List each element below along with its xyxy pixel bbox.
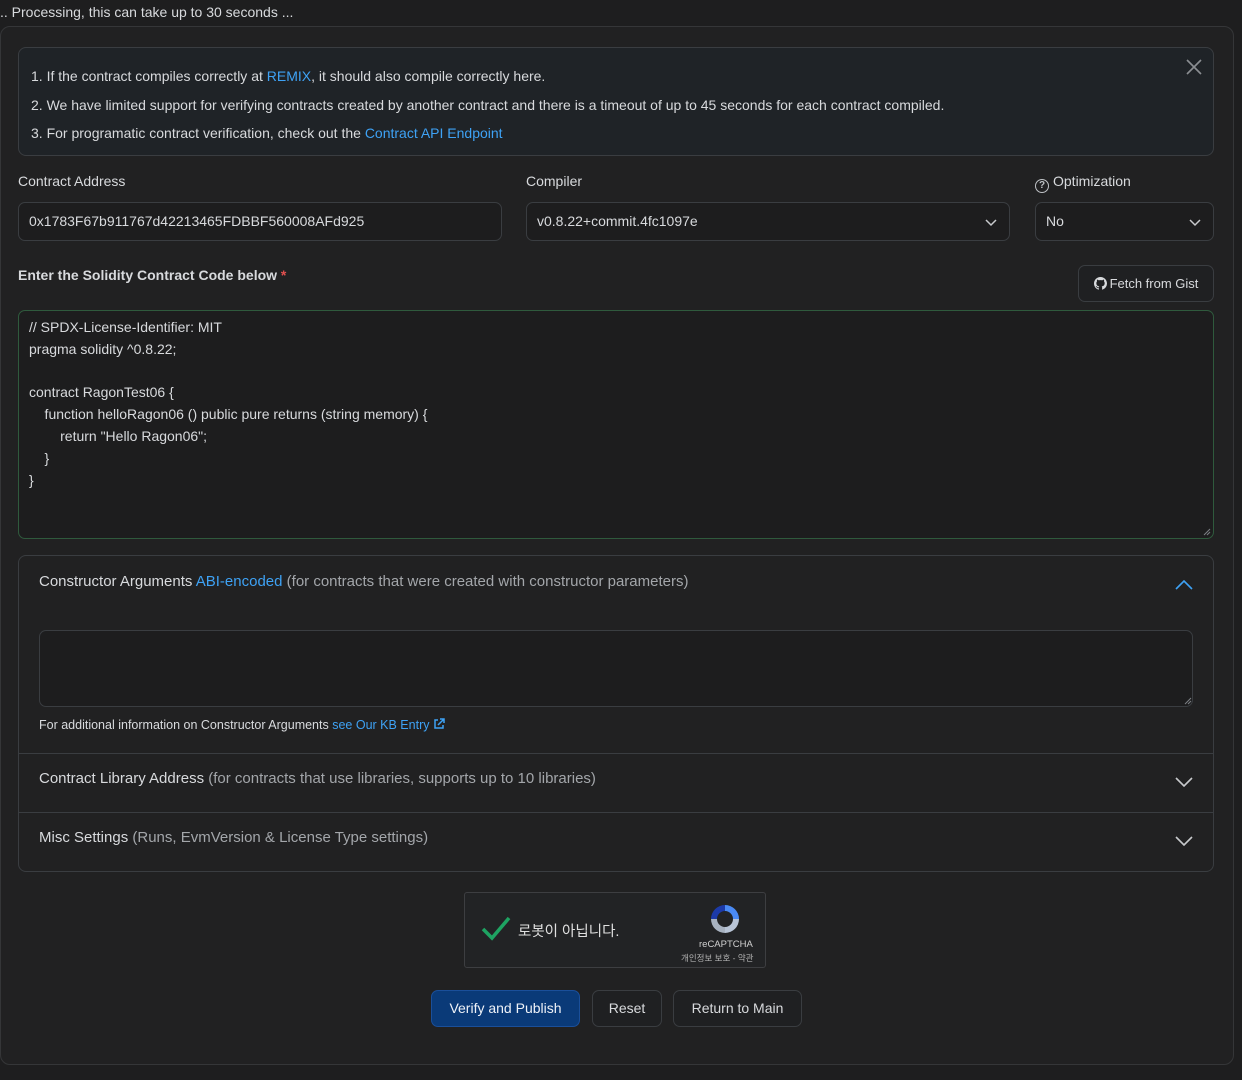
library-header[interactable]: Contract Library Address (for contracts …	[39, 770, 596, 787]
checkmark-icon[interactable]	[481, 915, 511, 941]
optimization-label: ? Optimization	[1035, 173, 1131, 193]
captcha-brand: reCAPTCHA	[699, 939, 753, 950]
compiler-select[interactable]: v0.8.22+commit.4fc1097e	[526, 202, 1010, 241]
github-icon	[1093, 277, 1107, 290]
code-label: Enter the Solidity Contract Code below *	[18, 267, 287, 283]
verify-publish-button[interactable]: Verify and Publish	[431, 990, 580, 1027]
alert-line-2: 2. We have limited support for verifying…	[31, 96, 945, 113]
compiler-value: v0.8.22+commit.4fc1097e	[537, 213, 698, 229]
ctor-note: For additional information on Constructo…	[39, 718, 445, 732]
advanced-accordion: Constructor Arguments ABI-encoded (for c…	[18, 555, 1214, 872]
external-link-icon	[434, 718, 445, 729]
resize-grip-icon[interactable]	[1183, 696, 1192, 705]
optimization-value: No	[1046, 213, 1064, 229]
alert-line-1: 1. If the contract compiles correctly at…	[31, 68, 546, 84]
recaptcha-logo-icon	[711, 905, 739, 933]
processing-status: .. Processing, this can take up to 30 se…	[0, 4, 294, 20]
abi-encoded-link[interactable]: ABI-encoded	[196, 573, 283, 590]
fetch-gist-button[interactable]: Fetch from Gist	[1078, 265, 1214, 302]
chevron-down-icon[interactable]	[1175, 836, 1193, 846]
captcha-links[interactable]: 개인정보 보호 - 약관	[681, 952, 753, 964]
remix-link[interactable]: REMIX	[267, 68, 311, 84]
reset-button[interactable]: Reset	[592, 990, 662, 1027]
alert-line-3: 3. For programatic contract verification…	[31, 125, 503, 141]
return-main-button[interactable]: Return to Main	[673, 990, 802, 1027]
divider	[19, 812, 1213, 813]
compiler-label: Compiler	[526, 173, 583, 189]
info-alert: 1. If the contract compiles correctly at…	[18, 47, 1214, 156]
chevron-up-icon[interactable]	[1175, 580, 1193, 590]
close-icon[interactable]	[1183, 58, 1205, 80]
ctor-header[interactable]: Constructor Arguments ABI-encoded (for c…	[39, 573, 688, 590]
chevron-down-icon[interactable]	[1175, 777, 1193, 787]
required-mark: *	[280, 267, 287, 283]
kb-entry-link[interactable]: see Our KB Entry	[332, 718, 445, 732]
captcha-label: 로봇이 아닙니다.	[518, 924, 620, 940]
resize-grip-icon[interactable]	[1202, 527, 1211, 536]
misc-header[interactable]: Misc Settings (Runs, EvmVersion & Licens…	[39, 829, 428, 846]
contract-address-label: Contract Address	[18, 173, 126, 189]
chevron-down-icon	[1189, 219, 1201, 227]
chevron-down-icon	[985, 219, 997, 227]
contract-api-link[interactable]: Contract API Endpoint	[365, 125, 503, 141]
ctor-args-input[interactable]	[39, 630, 1193, 707]
divider	[19, 753, 1213, 754]
optimization-select[interactable]: No	[1035, 202, 1214, 241]
code-editor[interactable]: // SPDX-License-Identifier: MIT pragma s…	[18, 310, 1214, 539]
question-circle-icon[interactable]: ?	[1035, 179, 1049, 193]
contract-address-input[interactable]: 0x1783F67b911767d42213465FDBBF560008AFd9…	[18, 202, 502, 241]
verify-form-card: 1. If the contract compiles correctly at…	[0, 26, 1234, 1065]
recaptcha-widget: 로봇이 아닙니다. reCAPTCHA 개인정보 보호 - 약관	[464, 892, 766, 968]
